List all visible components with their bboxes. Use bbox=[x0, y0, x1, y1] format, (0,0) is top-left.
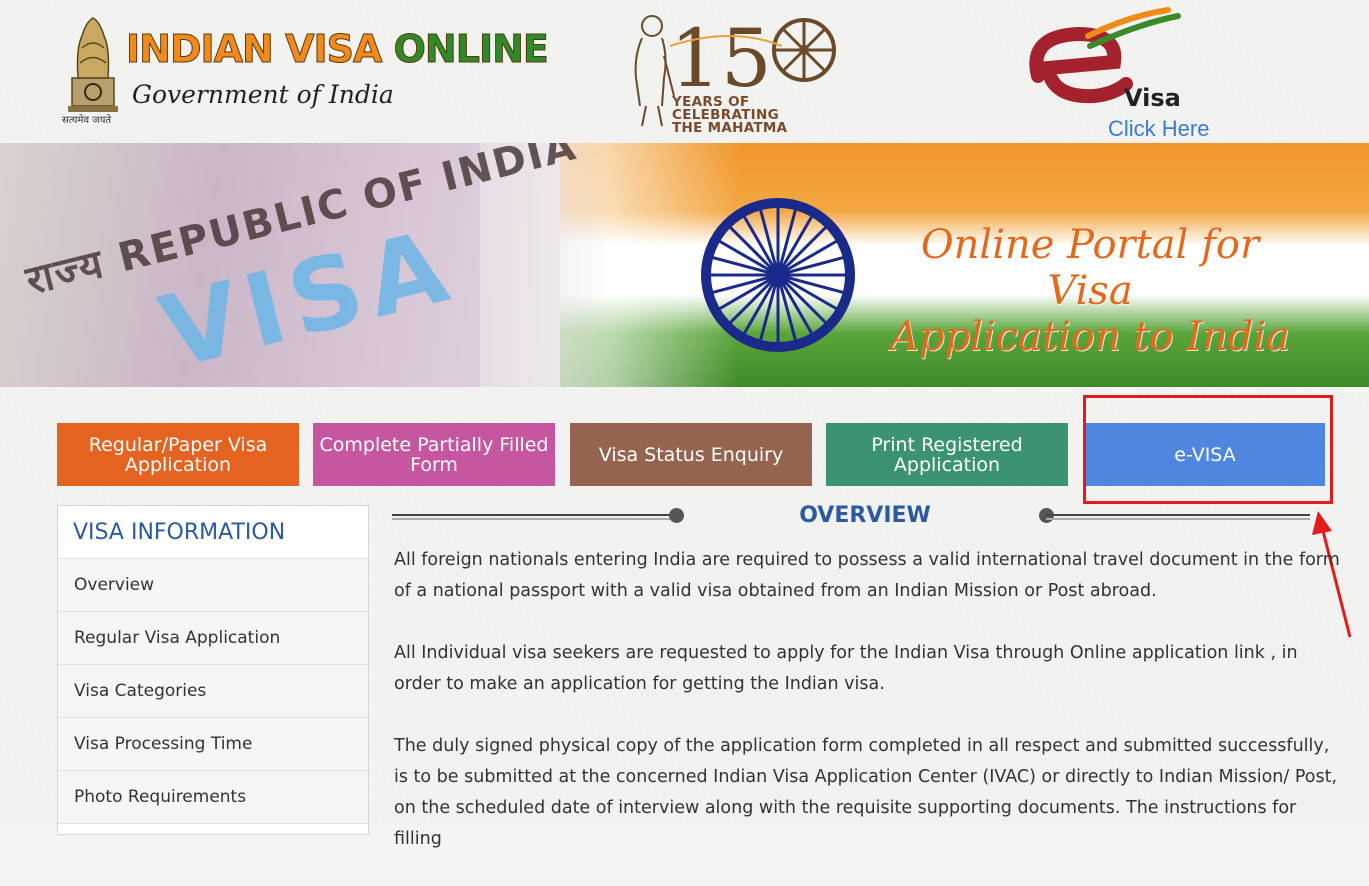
evisa-word: Visa bbox=[1124, 84, 1181, 112]
brand-subtitle: Government of India bbox=[132, 80, 394, 109]
brand-title-part2: ONLINE bbox=[393, 27, 549, 71]
overview-heading: OVERVIEW bbox=[799, 503, 931, 528]
overview-paragraph: All Individual visa seekers are requeste… bbox=[394, 643, 1298, 694]
caption-line-3: THE MAHATMA bbox=[672, 120, 788, 136]
brand-title-part1: INDIAN VISA bbox=[125, 27, 382, 71]
visa-information-sidebar: VISA INFORMATION Overview Regular Visa A… bbox=[57, 505, 369, 835]
svg-text:15: 15 bbox=[670, 12, 772, 105]
banner-title-line1: Online Portal for Visa bbox=[920, 222, 1260, 314]
gandhi-150-caption: YEARS OF CELEBRATING THE MAHATMA bbox=[672, 95, 788, 136]
brand-title[interactable]: INDIAN VISA ONLINE bbox=[125, 27, 549, 71]
overview-paragraph: All foreign nationals entering India are… bbox=[394, 550, 1340, 601]
evisa-click-here-link[interactable]: Click Here bbox=[1108, 116, 1209, 142]
print-registered-application-button[interactable]: Print Registered Application bbox=[826, 423, 1068, 486]
national-emblem-icon bbox=[68, 17, 118, 112]
visa-status-enquiry-button[interactable]: Visa Status Enquiry bbox=[570, 423, 812, 486]
overview-divider-dot-left bbox=[669, 508, 684, 523]
site-header: सत्यमेव जयते INDIAN VISA ONLINE Governme… bbox=[0, 0, 1369, 143]
sidebar-item-visa-categories[interactable]: Visa Categories bbox=[58, 665, 368, 718]
complete-partial-form-button[interactable]: Complete Partially Filled Form bbox=[313, 423, 555, 486]
banner-title: Online Portal for Visa Application to In… bbox=[880, 222, 1300, 360]
regular-paper-visa-button[interactable]: Regular/Paper Visa Application bbox=[57, 423, 299, 486]
sidebar-item-overview[interactable]: Overview bbox=[58, 559, 368, 612]
sidebar-item-regular-visa-application[interactable]: Regular Visa Application bbox=[58, 612, 368, 665]
sidebar-heading: VISA INFORMATION bbox=[58, 506, 368, 559]
evisa-button[interactable]: e-VISA bbox=[1085, 423, 1325, 486]
overview-divider-left bbox=[392, 514, 676, 520]
overview-content: All foreign nationals entering India are… bbox=[394, 545, 1342, 886]
sidebar-item-photo-requirements[interactable]: Photo Requirements bbox=[58, 771, 368, 824]
ashoka-chakra-icon bbox=[701, 198, 855, 352]
emblem-motto: सत्यमेव जयते bbox=[62, 115, 112, 126]
banner-title-line2: Application to India bbox=[889, 314, 1291, 360]
overview-divider-right bbox=[1046, 514, 1310, 520]
sidebar-item-visa-processing-time[interactable]: Visa Processing Time bbox=[58, 718, 368, 771]
overview-paragraph: The duly signed physical copy of the app… bbox=[394, 736, 1338, 849]
